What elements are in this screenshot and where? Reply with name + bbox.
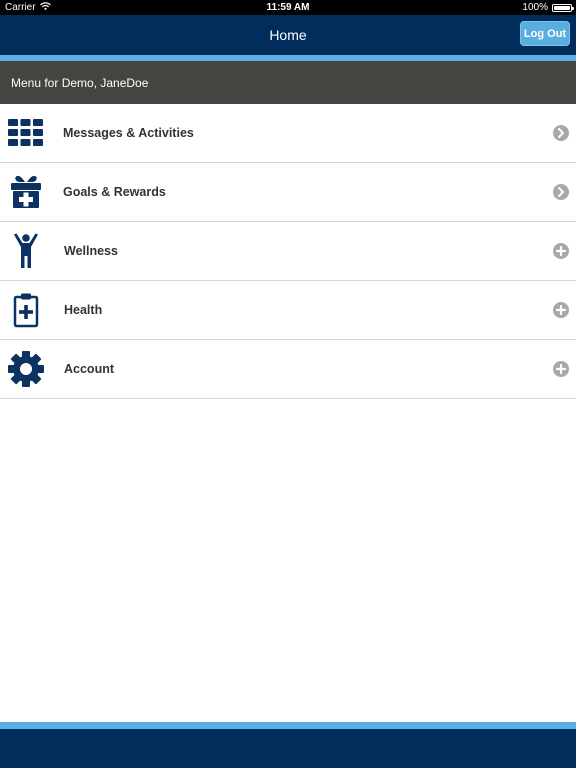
menu-item-wellness[interactable]: Wellness — [0, 222, 576, 281]
nav-bar: Home Log Out — [0, 15, 576, 55]
menu-item-messages-activities[interactable]: Messages & Activities — [0, 104, 576, 163]
clipboard-plus-icon — [8, 292, 44, 328]
menu-header-title: Menu for Demo, JaneDoe — [11, 75, 149, 90]
footer-bar — [0, 729, 576, 768]
gear-icon — [8, 351, 44, 387]
gift-icon — [8, 174, 44, 210]
menu-item-health[interactable]: Health — [0, 281, 576, 340]
logout-button[interactable]: Log Out — [520, 21, 570, 46]
chevron-right-icon[interactable] — [553, 184, 569, 200]
plus-icon[interactable] — [553, 243, 569, 259]
battery-fill — [554, 5, 570, 10]
plus-icon[interactable] — [553, 361, 569, 377]
status-bar: Carrier 11:59 AM 100% — [0, 0, 576, 15]
battery-icon — [552, 3, 574, 12]
menu-header: Menu for Demo, JaneDoe — [0, 61, 576, 104]
carrier-label: Carrier — [5, 2, 36, 13]
battery-percent: 100% — [522, 2, 548, 13]
grid-icon — [8, 115, 44, 151]
menu-item-label: Messages & Activities — [63, 126, 194, 140]
menu-item-account[interactable]: Account — [0, 340, 576, 399]
footer-accent-stripe — [0, 722, 576, 729]
wifi-icon — [39, 2, 51, 13]
page-title: Home — [269, 27, 307, 43]
menu-item-label: Account — [64, 362, 114, 376]
menu-item-goals-rewards[interactable]: Goals & Rewards — [0, 163, 576, 222]
status-right: 100% — [522, 2, 574, 13]
person-icon — [8, 233, 44, 269]
status-time: 11:59 AM — [266, 2, 310, 13]
plus-icon[interactable] — [553, 302, 569, 318]
menu-item-label: Wellness — [64, 244, 118, 258]
chevron-right-icon[interactable] — [553, 125, 569, 141]
menu-item-label: Health — [64, 303, 103, 317]
menu-list: Messages & Activities Goals & Rewards We… — [0, 104, 576, 399]
status-left: Carrier — [5, 2, 51, 13]
menu-item-label: Goals & Rewards — [63, 185, 166, 199]
